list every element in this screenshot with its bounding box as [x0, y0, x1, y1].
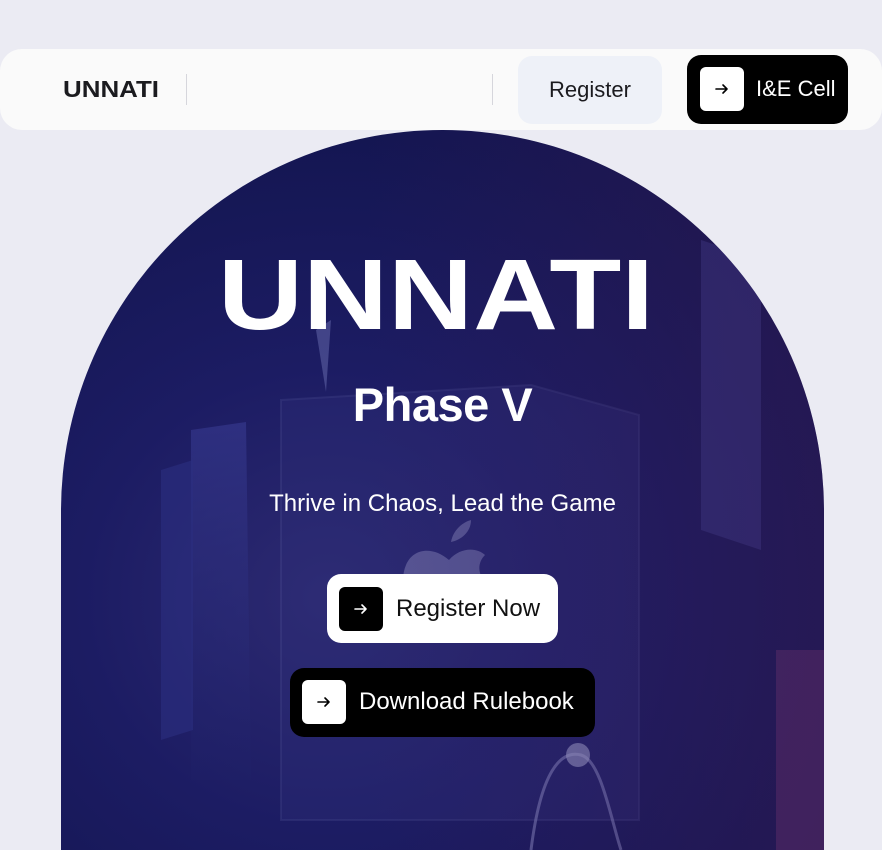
download-rulebook-button[interactable]: Download Rulebook — [290, 668, 595, 737]
register-now-label: Register Now — [396, 595, 541, 622]
unnati-logo-text: UNNATI — [63, 76, 159, 100]
arrow-right-icon — [700, 67, 744, 111]
hero-section: UNNATI Phase V Thrive in Chaos, Lead the… — [61, 130, 824, 850]
arrow-right-icon — [339, 587, 383, 631]
register-button[interactable]: Register — [518, 56, 662, 124]
download-rulebook-label: Download Rulebook — [359, 688, 574, 715]
phase-title: Phase V — [352, 378, 533, 431]
arrow-right-icon — [302, 680, 346, 724]
nav-divider-left — [186, 74, 187, 105]
unnati-hero-logo-text: UNNATI — [218, 255, 654, 332]
register-button-label: Register — [549, 77, 631, 102]
nav-divider-right — [492, 74, 493, 105]
unnati-logo[interactable]: UNNATI — [63, 76, 163, 100]
hero-tagline: Thrive in Chaos, Lead the Game — [269, 490, 616, 517]
register-now-button[interactable]: Register Now — [327, 574, 558, 643]
ie-cell-label: I&E Cell — [756, 76, 836, 101]
ie-cell-button[interactable]: I&E Cell — [687, 55, 848, 124]
unnati-hero-logo: UNNATI — [218, 255, 654, 332]
